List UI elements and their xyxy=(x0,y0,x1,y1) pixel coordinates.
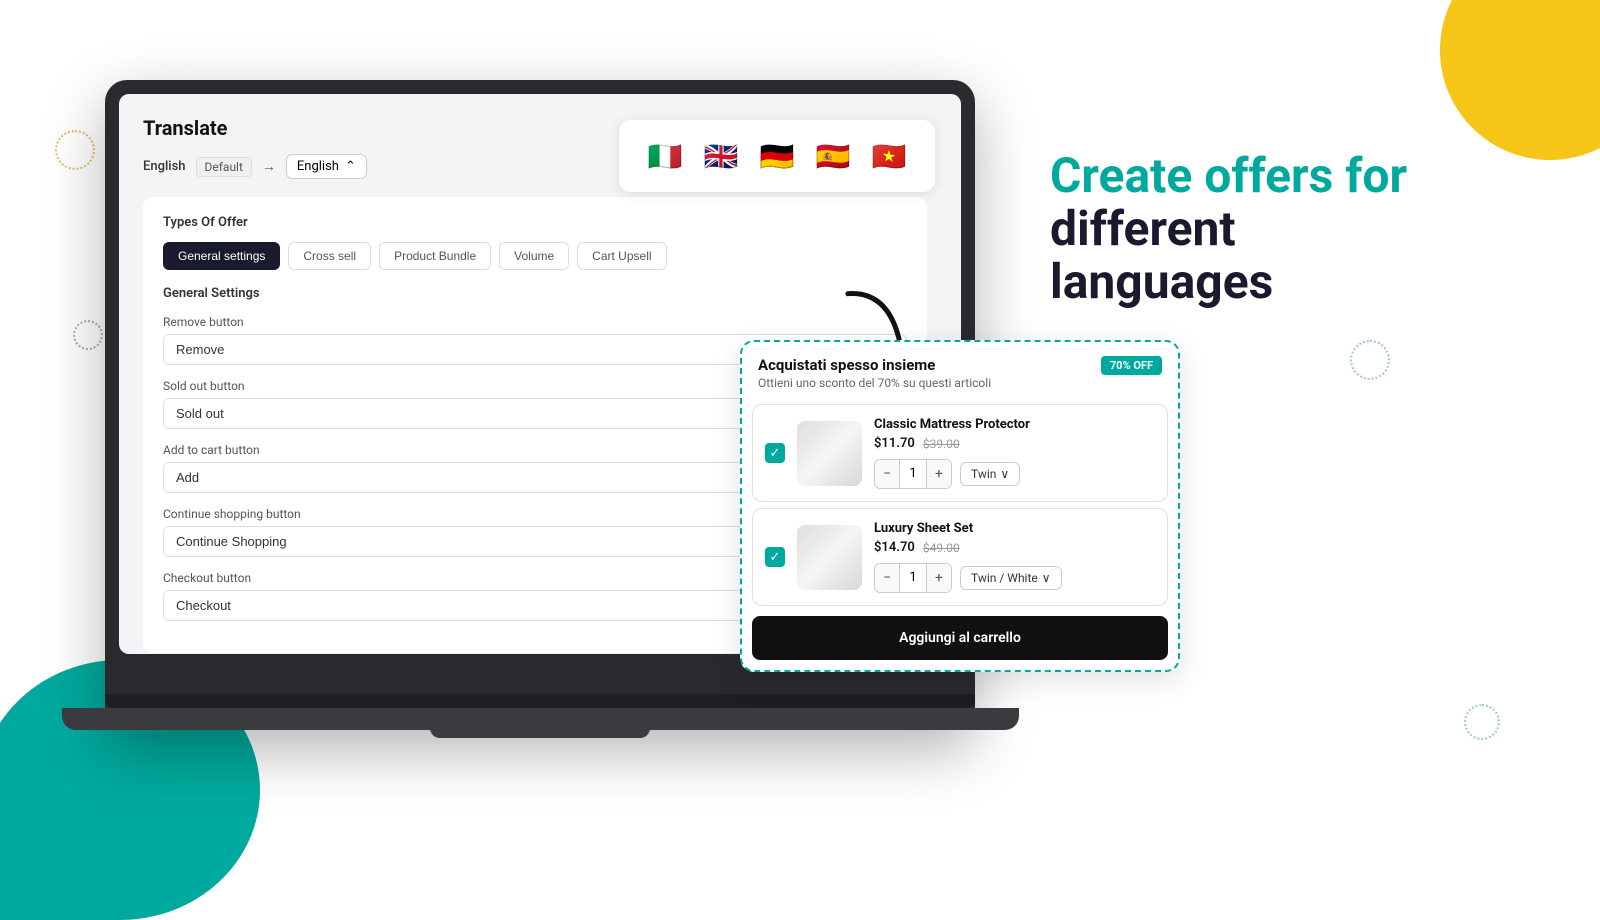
create-offers-heading: Create offers for different languages xyxy=(1050,150,1510,308)
variant-chevron-1: ∨ xyxy=(1000,467,1009,481)
tab-cross-sell[interactable]: Cross sell xyxy=(288,242,371,270)
laptop-stand xyxy=(430,718,650,738)
bg-yellow-circle xyxy=(1440,0,1600,160)
tab-cart-upsell[interactable]: Cart Upsell xyxy=(577,242,666,270)
qty-control-1: − 1 + xyxy=(874,459,952,489)
laptop-hinge xyxy=(105,694,975,708)
flag-spain[interactable]: 🇪🇸 xyxy=(811,134,855,178)
product-img-inner-1 xyxy=(797,421,862,486)
types-of-offer-title: Types Of Offer xyxy=(163,215,907,230)
variant-value-2: Twin / White xyxy=(971,571,1038,585)
qty-value-1: 1 xyxy=(899,460,927,488)
product-info-2: Luxury Sheet Set $14.70 $49.00 − 1 + Twi… xyxy=(874,521,1155,593)
heading-line2: different xyxy=(1050,200,1236,257)
discount-badge: 70% OFF xyxy=(1101,356,1162,375)
qty-control-2: − 1 + xyxy=(874,563,952,593)
heading-line1: Create offers for xyxy=(1050,147,1407,204)
widget-title: Acquistati spesso insieme xyxy=(758,356,991,374)
qty-minus-2[interactable]: − xyxy=(875,564,899,592)
target-lang-value: English xyxy=(297,159,339,174)
product-name-1: Classic Mattress Protector xyxy=(874,417,1155,432)
flag-italy[interactable]: 🇮🇹 xyxy=(643,134,687,178)
heading-line3: languages xyxy=(1050,253,1273,310)
product-widget: Acquistati spesso insieme Ottieni uno sc… xyxy=(740,340,1180,672)
flag-germany[interactable]: 🇩🇪 xyxy=(755,134,799,178)
variant-value-1: Twin xyxy=(971,467,996,481)
product-card-1: ✓ Classic Mattress Protector $11.70 $39.… xyxy=(752,404,1168,502)
target-lang-chevron: ⌃ xyxy=(345,159,356,174)
flag-vietnam[interactable]: 🇻🇳 xyxy=(867,134,911,178)
price-new-2: $14.70 xyxy=(874,540,915,555)
product-info-1: Classic Mattress Protector $11.70 $39.00… xyxy=(874,417,1155,489)
qty-value-2: 1 xyxy=(899,564,927,592)
add-to-cart-button[interactable]: Aggiungi al carrello xyxy=(752,616,1168,660)
price-old-2: $49.00 xyxy=(923,541,960,555)
tab-product-bundle[interactable]: Product Bundle xyxy=(379,242,491,270)
product-check-1[interactable]: ✓ xyxy=(765,443,785,463)
bg-dotted-circle-4 xyxy=(1464,704,1500,740)
price-new-1: $11.70 xyxy=(874,436,915,451)
widget-subtitle: Ottieni uno sconto del 70% su questi art… xyxy=(758,376,991,390)
qty-variant-row-1: − 1 + Twin ∨ xyxy=(874,459,1155,489)
variant-select-2[interactable]: Twin / White ∨ xyxy=(960,566,1062,590)
tab-general-settings[interactable]: General settings xyxy=(163,242,280,270)
default-badge: Default xyxy=(196,157,252,177)
product-card-2: ✓ Luxury Sheet Set $14.70 $49.00 − 1 + T… xyxy=(752,508,1168,606)
qty-plus-2[interactable]: + xyxy=(927,564,951,592)
tab-volume[interactable]: Volume xyxy=(499,242,569,270)
source-lang-label: English xyxy=(143,159,186,174)
product-image-1 xyxy=(797,421,862,486)
general-settings-subtitle: General Settings xyxy=(163,286,907,301)
product-name-2: Luxury Sheet Set xyxy=(874,521,1155,536)
product-img-inner-2 xyxy=(797,525,862,590)
qty-plus-1[interactable]: + xyxy=(927,460,951,488)
right-content: Create offers for different languages xyxy=(1050,150,1510,308)
variant-select-1[interactable]: Twin ∨ xyxy=(960,462,1020,486)
offer-tabs-row: General settings Cross sell Product Bund… xyxy=(163,242,907,270)
product-prices-2: $14.70 $49.00 xyxy=(874,540,1155,555)
product-prices-1: $11.70 $39.00 xyxy=(874,436,1155,451)
bg-dotted-circle-3 xyxy=(1350,340,1390,380)
flag-row: 🇮🇹 🇬🇧 🇩🇪 🇪🇸 🇻🇳 xyxy=(619,120,935,192)
product-image-2 xyxy=(797,525,862,590)
flag-uk[interactable]: 🇬🇧 xyxy=(699,134,743,178)
target-lang-select[interactable]: English ⌃ xyxy=(286,154,367,179)
price-old-1: $39.00 xyxy=(923,437,960,451)
qty-minus-1[interactable]: − xyxy=(875,460,899,488)
qty-variant-row-2: − 1 + Twin / White ∨ xyxy=(874,563,1155,593)
bg-dotted-circle-1 xyxy=(55,130,95,170)
lang-arrow: → xyxy=(262,158,276,175)
widget-header-text: Acquistati spesso insieme Ottieni uno sc… xyxy=(758,356,991,390)
remove-button-label: Remove button xyxy=(163,315,907,329)
variant-chevron-2: ∨ xyxy=(1042,571,1051,585)
bg-dotted-circle-2 xyxy=(73,320,103,350)
widget-header: Acquistati spesso insieme Ottieni uno sc… xyxy=(742,342,1178,398)
product-check-2[interactable]: ✓ xyxy=(765,547,785,567)
